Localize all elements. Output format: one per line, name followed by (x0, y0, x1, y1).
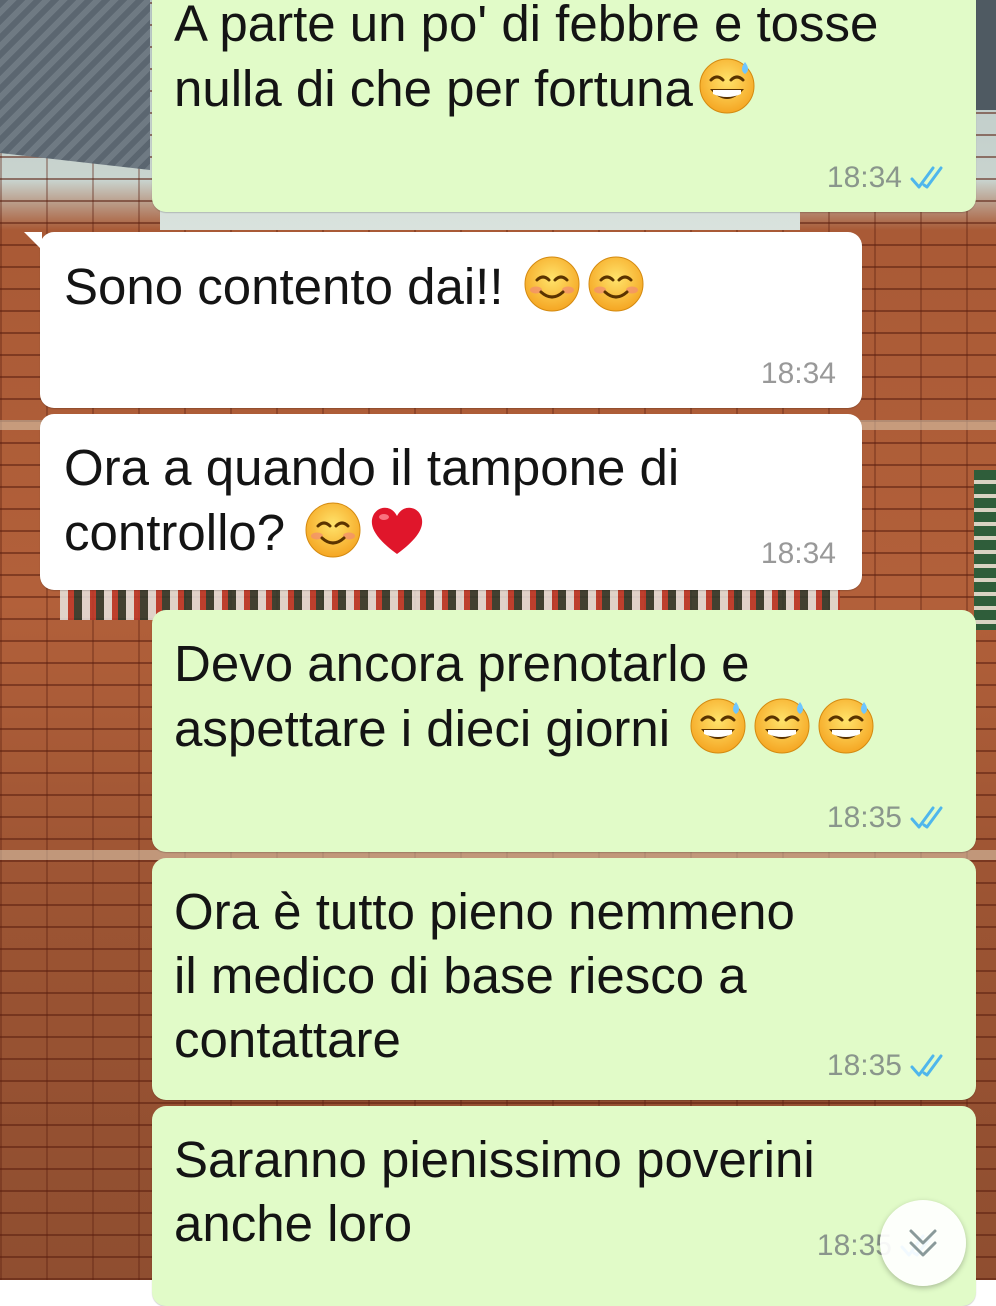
scroll-to-bottom-button[interactable] (880, 1200, 966, 1286)
message-text: Ora è tutto pieno nemmeno il medico di b… (174, 883, 795, 1068)
double-check-icon (910, 165, 950, 191)
smiling-face-icon (303, 500, 363, 560)
double-chevron-down-icon (909, 1229, 937, 1257)
message-text: Saranno pienissimo poverini anche loro (174, 1131, 815, 1252)
grinning-face-with-sweat-icon (816, 696, 876, 756)
message-bubble-outgoing[interactable]: Saranno pienissimo poverini anche loro 1… (152, 1106, 976, 1306)
message-bubble-outgoing[interactable]: A parte un po' di febbre e tosse nulla d… (152, 0, 976, 212)
wallpaper-door (974, 470, 996, 630)
double-check-icon (910, 805, 950, 831)
grinning-face-with-sweat-icon (697, 56, 757, 116)
smiling-face-icon (522, 254, 582, 314)
message-time: 18:35 (826, 801, 902, 834)
red-heart-icon (367, 500, 427, 560)
bubble-tail (24, 232, 42, 250)
message-meta: 18:35 (827, 800, 950, 836)
message-time: 18:34 (826, 161, 902, 194)
message-text: Sono contento dai!! (64, 254, 646, 319)
message-meta: 18:34 (761, 356, 836, 392)
message-meta: 18:34 (827, 160, 950, 196)
message-time: 18:35 (826, 1049, 902, 1082)
message-time: 18:34 (760, 537, 836, 570)
message-bubble-incoming[interactable]: Ora a quando il tampone di controllo? 18… (40, 414, 862, 590)
wallpaper-roof (0, 0, 150, 170)
message-text: Devo ancora prenotarlo e aspettare i die… (174, 632, 876, 761)
message-text: A parte un po' di febbre e tosse nulla d… (174, 0, 879, 117)
message-text: Ora a quando il tampone di controllo? (64, 439, 680, 561)
message-meta: 18:34 (761, 536, 836, 572)
message-time: 18:34 (760, 357, 836, 390)
double-check-icon (910, 1053, 950, 1079)
message-bubble-outgoing[interactable]: Devo ancora prenotarlo e aspettare i die… (152, 610, 976, 852)
message-bubble-incoming[interactable]: Sono contento dai!! 18:34 (24, 232, 862, 408)
grinning-face-with-sweat-icon (688, 696, 748, 756)
message-bubble-outgoing[interactable]: Ora è tutto pieno nemmeno il medico di b… (152, 858, 976, 1100)
smiling-face-icon (586, 254, 646, 314)
grinning-face-with-sweat-icon (752, 696, 812, 756)
message-meta: 18:35 (827, 1048, 950, 1084)
